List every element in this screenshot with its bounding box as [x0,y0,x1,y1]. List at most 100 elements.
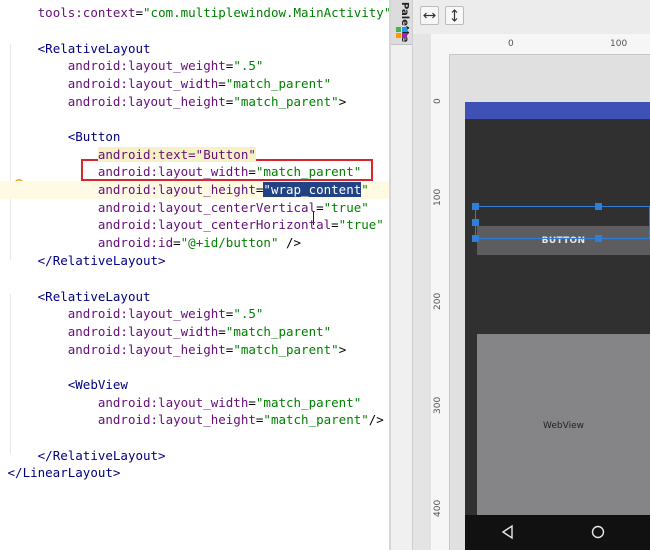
webview-label: WebView [543,420,584,431]
code-token: android:layout_height [67,342,226,357]
code-token: android:layout_width [67,76,219,91]
ruler-tick-label: 100 [610,39,628,49]
expand-horizontal-icon [423,12,436,19]
device-preview[interactable]: BUTTON WebView [465,102,650,550]
code-token: android:layout_width [97,395,249,410]
code-line[interactable]: <Button [0,128,389,146]
ruler-tick-label: 300 [433,396,443,414]
code-line[interactable] [0,110,389,128]
home-icon[interactable] [590,524,606,540]
code-token: = [218,324,226,339]
ruler-tick-label: 400 [433,499,443,517]
code-line[interactable]: android:text="Button" [0,146,389,164]
resize-handle[interactable] [472,219,479,226]
resize-handle[interactable] [595,203,602,210]
code-token: <RelativeLayout [37,41,151,56]
code-token: = [173,235,181,250]
code-token: <WebView [67,377,128,392]
resize-handle[interactable] [472,203,479,210]
code-token: > [338,342,347,357]
code-token: android:layout_height [67,94,226,109]
code-line[interactable] [0,429,389,447]
tool-window-strip: Palette [391,0,413,550]
code-token: = [248,164,256,179]
code-line[interactable]: android:layout_height="match_parent"> [0,341,389,359]
code-token: > [338,94,347,109]
ruler-tick-label: 200 [433,292,443,310]
code-line[interactable]: android:id="@+id/button" /> [0,234,389,252]
code-line[interactable]: android:layout_width="match_parent" [0,163,389,181]
expand-vertical-button[interactable] [445,6,464,25]
code-token: android:layout_height [97,412,256,427]
code-line[interactable]: <RelativeLayout [0,288,389,306]
code-token: tools:context [37,5,136,20]
code-line[interactable]: android:layout_centerHorizontal="true" [0,216,389,234]
code-line[interactable]: android:layout_height="wrap_content" [0,181,389,199]
code-line[interactable]: android:layout_centerVertical="true" [0,199,389,217]
code-line[interactable] [0,22,389,40]
code-line[interactable]: android:layout_weight=".5" [0,305,389,323]
code-token: = [331,217,339,232]
code-line[interactable]: android:layout_width="match_parent" [0,394,389,412]
status-bar [465,102,650,119]
code-line[interactable]: </RelativeLayout> [0,447,389,465]
code-line[interactable]: android:layout_weight=".5" [0,57,389,75]
expand-horizontal-button[interactable] [420,6,439,25]
resize-handle[interactable] [472,235,479,242]
code-token: = [316,200,324,215]
code-line[interactable]: tools:context="com.multiplewindow.MainAc… [0,4,389,22]
code-line[interactable]: <RelativeLayout [0,40,389,58]
code-token: "wrap_content [263,182,362,197]
code-line[interactable]: android:layout_height="match_parent"> [0,93,389,111]
back-icon[interactable] [500,524,516,540]
code-line[interactable]: <WebView [0,376,389,394]
vertical-ruler: 0 100 200 300 400 [431,54,450,550]
code-token: </LinearLayout> [7,465,121,480]
selection-frame[interactable] [475,206,650,239]
xml-code-editor[interactable]: tools:context="com.multiplewindow.MainAc… [0,0,389,550]
code-token: <RelativeLayout [37,289,151,304]
preview-webview[interactable]: WebView [477,334,650,517]
code-token: "match_parent" [233,94,339,109]
palette-tab[interactable]: Palette [391,0,412,45]
code-token: android:layout_width [67,324,219,339]
code-line[interactable] [0,358,389,376]
code-token: "match_parent" [225,76,332,91]
code-token: ".5" [233,58,264,73]
resize-handle[interactable] [595,235,602,242]
code-token: = [135,5,144,20]
code-line[interactable]: android:layout_width="match_parent" [0,75,389,93]
code-line[interactable]: </RelativeLayout> [0,252,389,270]
code-line[interactable]: android:layout_height="match_parent"/> [0,411,389,429]
code-token: android:layout_weight [67,58,226,73]
code-line[interactable]: android:layout_width="match_parent" [0,323,389,341]
code-line[interactable]: </LinearLayout> [0,464,389,482]
code-line[interactable] [0,270,389,288]
ruler-corner [413,34,431,550]
horizontal-ruler: 0 100 [431,34,650,55]
